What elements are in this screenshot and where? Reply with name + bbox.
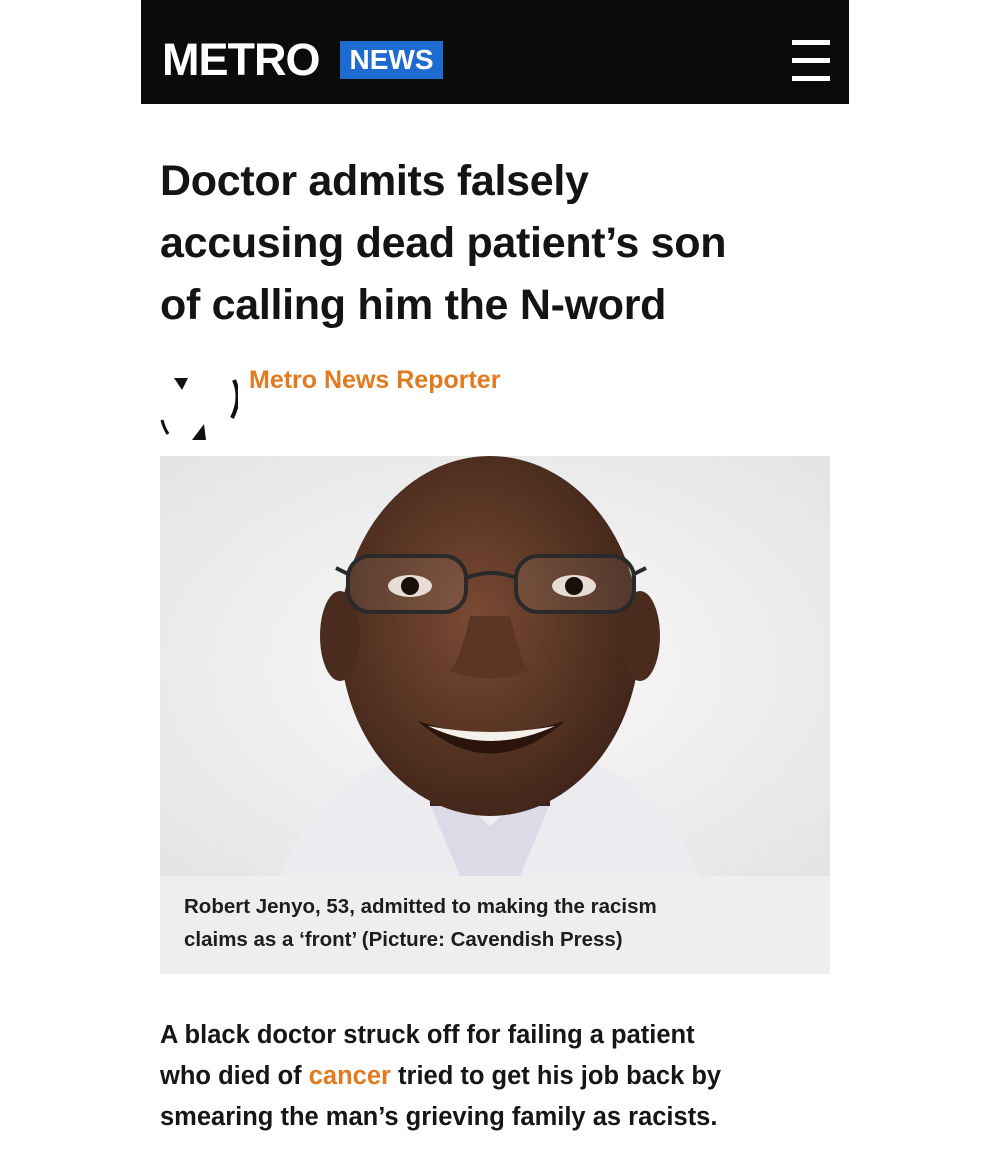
- headline-line: Doctor admits falsely: [160, 157, 589, 205]
- lead-text: who died of: [160, 1062, 309, 1090]
- image-caption: Robert Jenyo, 53, admitted to making the…: [184, 890, 804, 956]
- caption-line: claims as a ‘front’ (Picture: Cavendish …: [184, 928, 623, 951]
- lead-text: A black doctor struck off for failing a …: [160, 1021, 695, 1049]
- author-link[interactable]: Metro News Reporter: [249, 366, 500, 395]
- article-photo: [160, 456, 830, 876]
- lead-text: smearing the man’s grieving family as ra…: [160, 1103, 718, 1131]
- article-headline: Doctor admits falsely accusing dead pati…: [160, 150, 840, 336]
- cancer-topic-link[interactable]: cancer: [309, 1062, 391, 1090]
- metro-logo[interactable]: METRO: [162, 35, 320, 85]
- lead-text: tried to get his job back by: [390, 1062, 722, 1090]
- metro-author-logo-icon: [158, 372, 240, 442]
- news-section-badge[interactable]: NEWS: [340, 41, 443, 79]
- headline-line: of calling him the N-word: [160, 281, 667, 329]
- article-lead: A black doctor struck off for failing a …: [160, 1015, 840, 1138]
- headline-line: accusing dead patient’s son: [160, 219, 727, 267]
- caption-line: Robert Jenyo, 53, admitted to making the…: [184, 895, 657, 918]
- hamburger-menu-icon[interactable]: [792, 40, 832, 82]
